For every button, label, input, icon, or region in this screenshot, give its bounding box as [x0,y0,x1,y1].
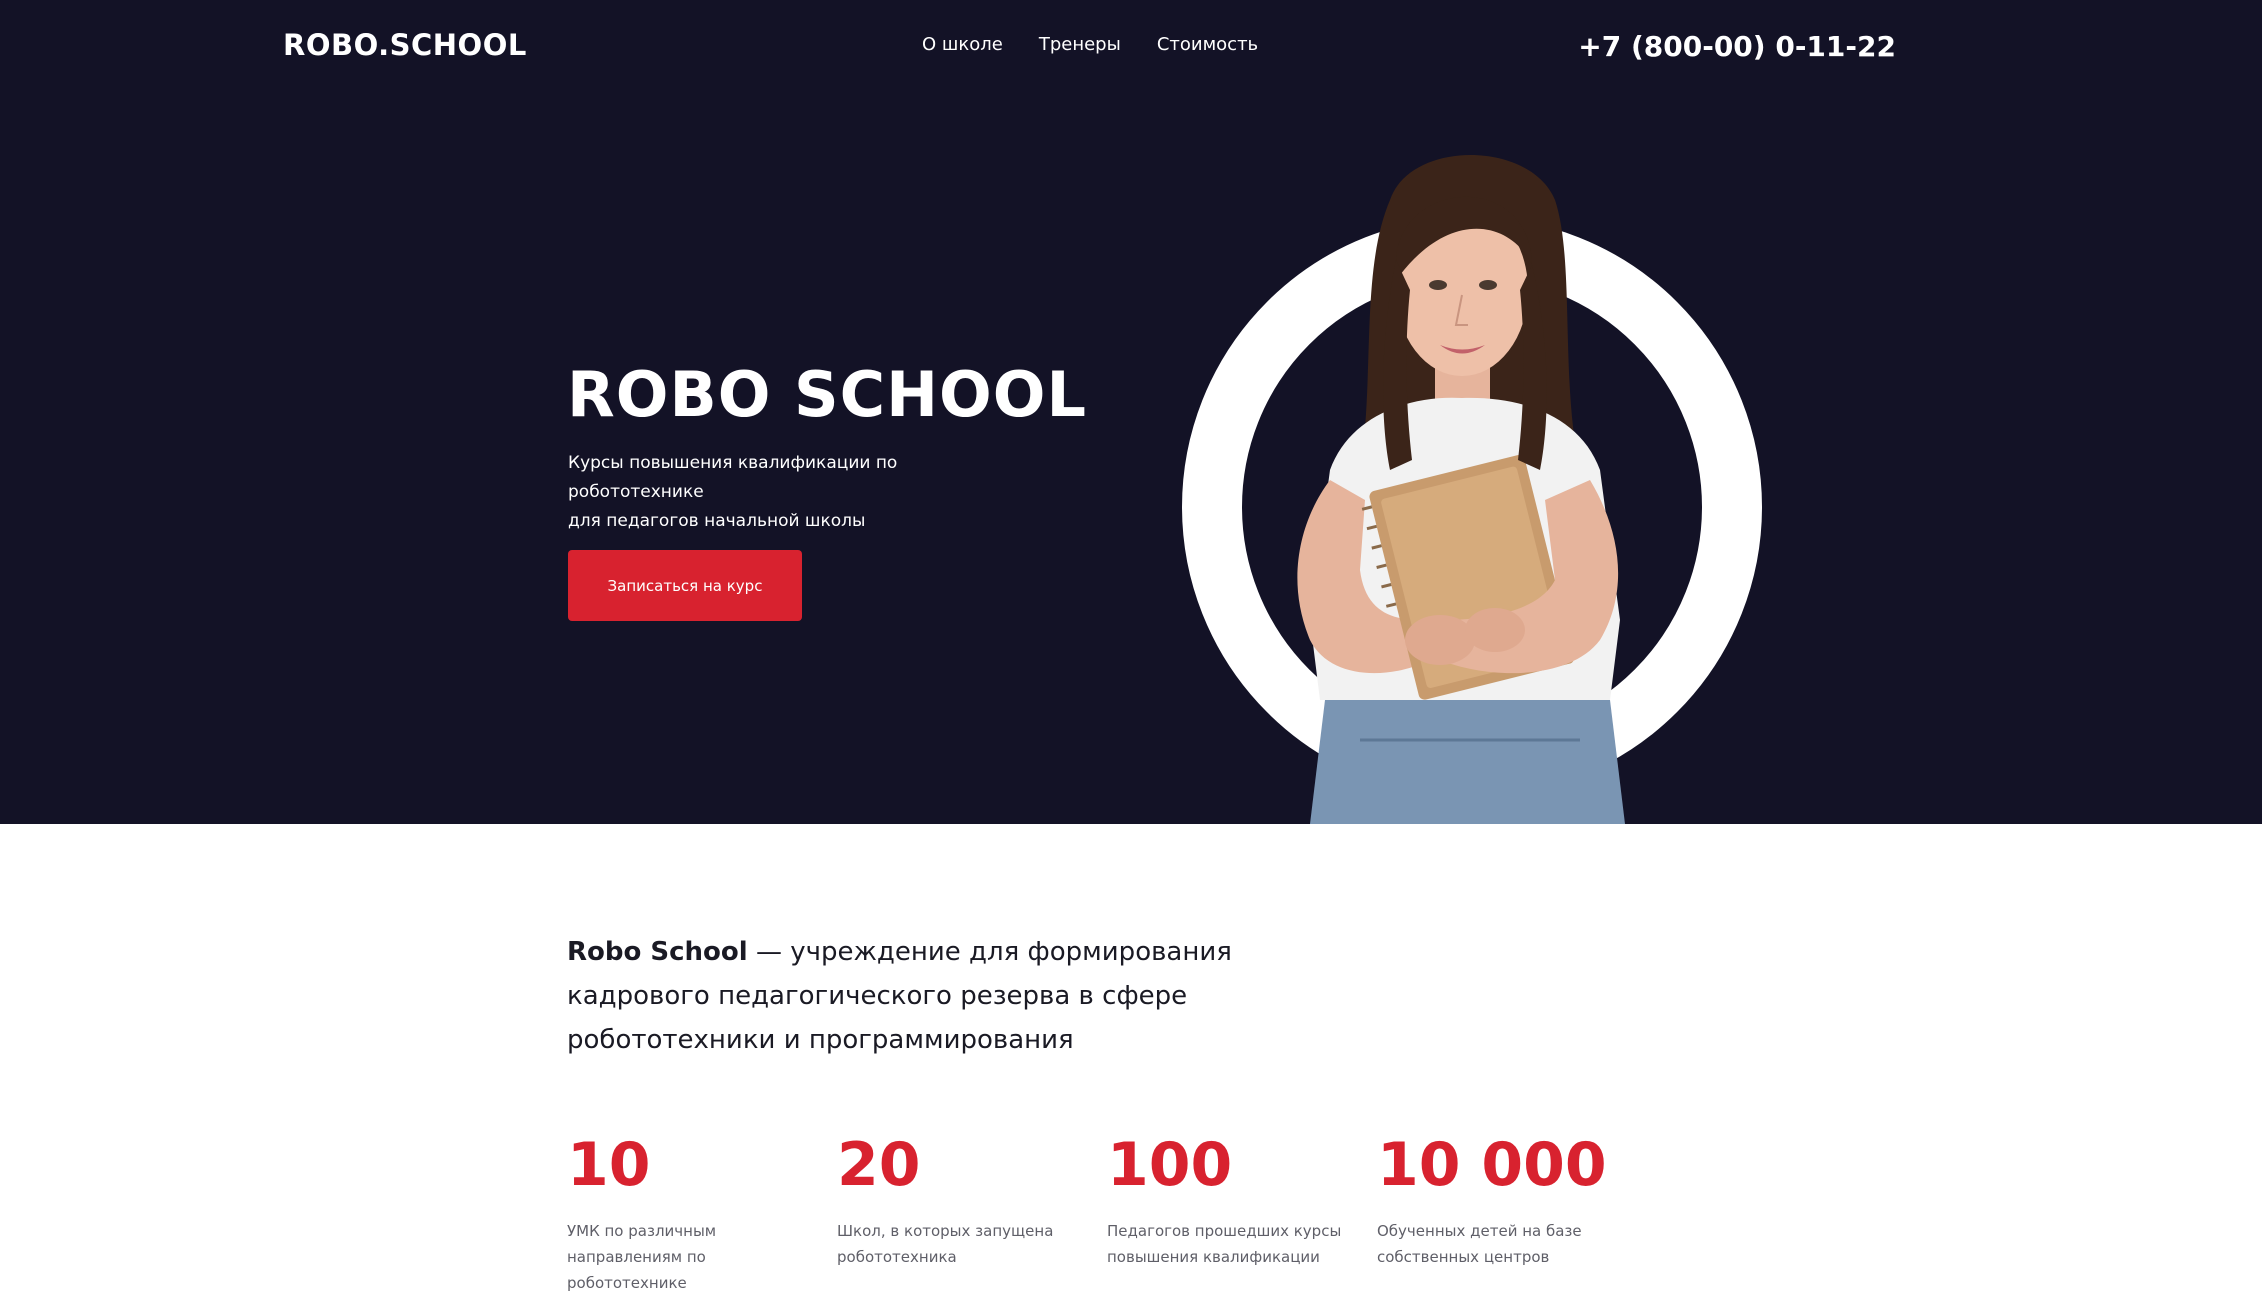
stat-description-line: направлениям по робототехнике [567,1248,706,1292]
hero-subtitle-line-1: Курсы повышения квалификации по робототе… [568,453,898,502]
student-photo [1297,155,1625,824]
stat-item: 10 000 Обученных детей на базе собственн… [1377,1130,1627,1270]
stat-description: Педагогов прошедших курсы повышения квал… [1107,1218,1357,1270]
nav-about[interactable]: О школе [922,34,1003,55]
about-school-name: Robo School [567,937,748,967]
stat-description-line: Педагогов прошедших курсы [1107,1222,1342,1240]
stat-value: 20 [837,1130,921,1200]
hero-title: ROBO SCHOOL [567,358,1087,431]
nav-trainers[interactable]: Тренеры [1039,34,1121,55]
stat-value: 10 000 [1377,1130,1607,1200]
logo[interactable]: ROBO.SCHOOL [283,28,527,62]
enroll-button[interactable]: Записаться на курс [568,550,802,621]
stat-description-line: Школ, в которых запущена [837,1222,1054,1240]
phone-number[interactable]: +7 (800-00) 0-11-22 [1578,30,1896,63]
stat-description-line: собственных центров [1377,1248,1550,1266]
main-nav: О школе Тренеры Стоимость [922,34,1258,55]
stat-description-line: Обученных детей на базе [1377,1222,1582,1240]
hero-subtitle-line-2: для педагогов начальной школы [568,511,866,531]
stat-value: 100 [1107,1130,1233,1200]
stat-description: Обученных детей на базе собственных цент… [1377,1218,1627,1270]
hero-subtitle: Курсы повышения квалификации по робототе… [568,449,1038,536]
stat-item: 100 Педагогов прошедших курсы повышения … [1107,1130,1357,1270]
stat-item: 10 УМК по различным направлениям по робо… [567,1130,817,1293]
stat-description-line: робототехника [837,1248,957,1266]
nav-pricing[interactable]: Стоимость [1157,34,1258,55]
stat-value: 10 [567,1130,651,1200]
stat-description: УМК по различным направлениям по роботот… [567,1218,817,1293]
hero-section: ROBO.SCHOOL О школе Тренеры Стоимость +7… [0,0,2262,824]
stat-description: Школ, в которых запущена робототехника [837,1218,1087,1270]
stat-description-line: УМК по различным [567,1222,717,1240]
stat-description-line: повышения квалификации [1107,1248,1320,1266]
about-text: Robo School — учреждение для формировани… [567,930,1327,1062]
stat-item: 20 Школ, в которых запущена робототехник… [837,1130,1087,1270]
